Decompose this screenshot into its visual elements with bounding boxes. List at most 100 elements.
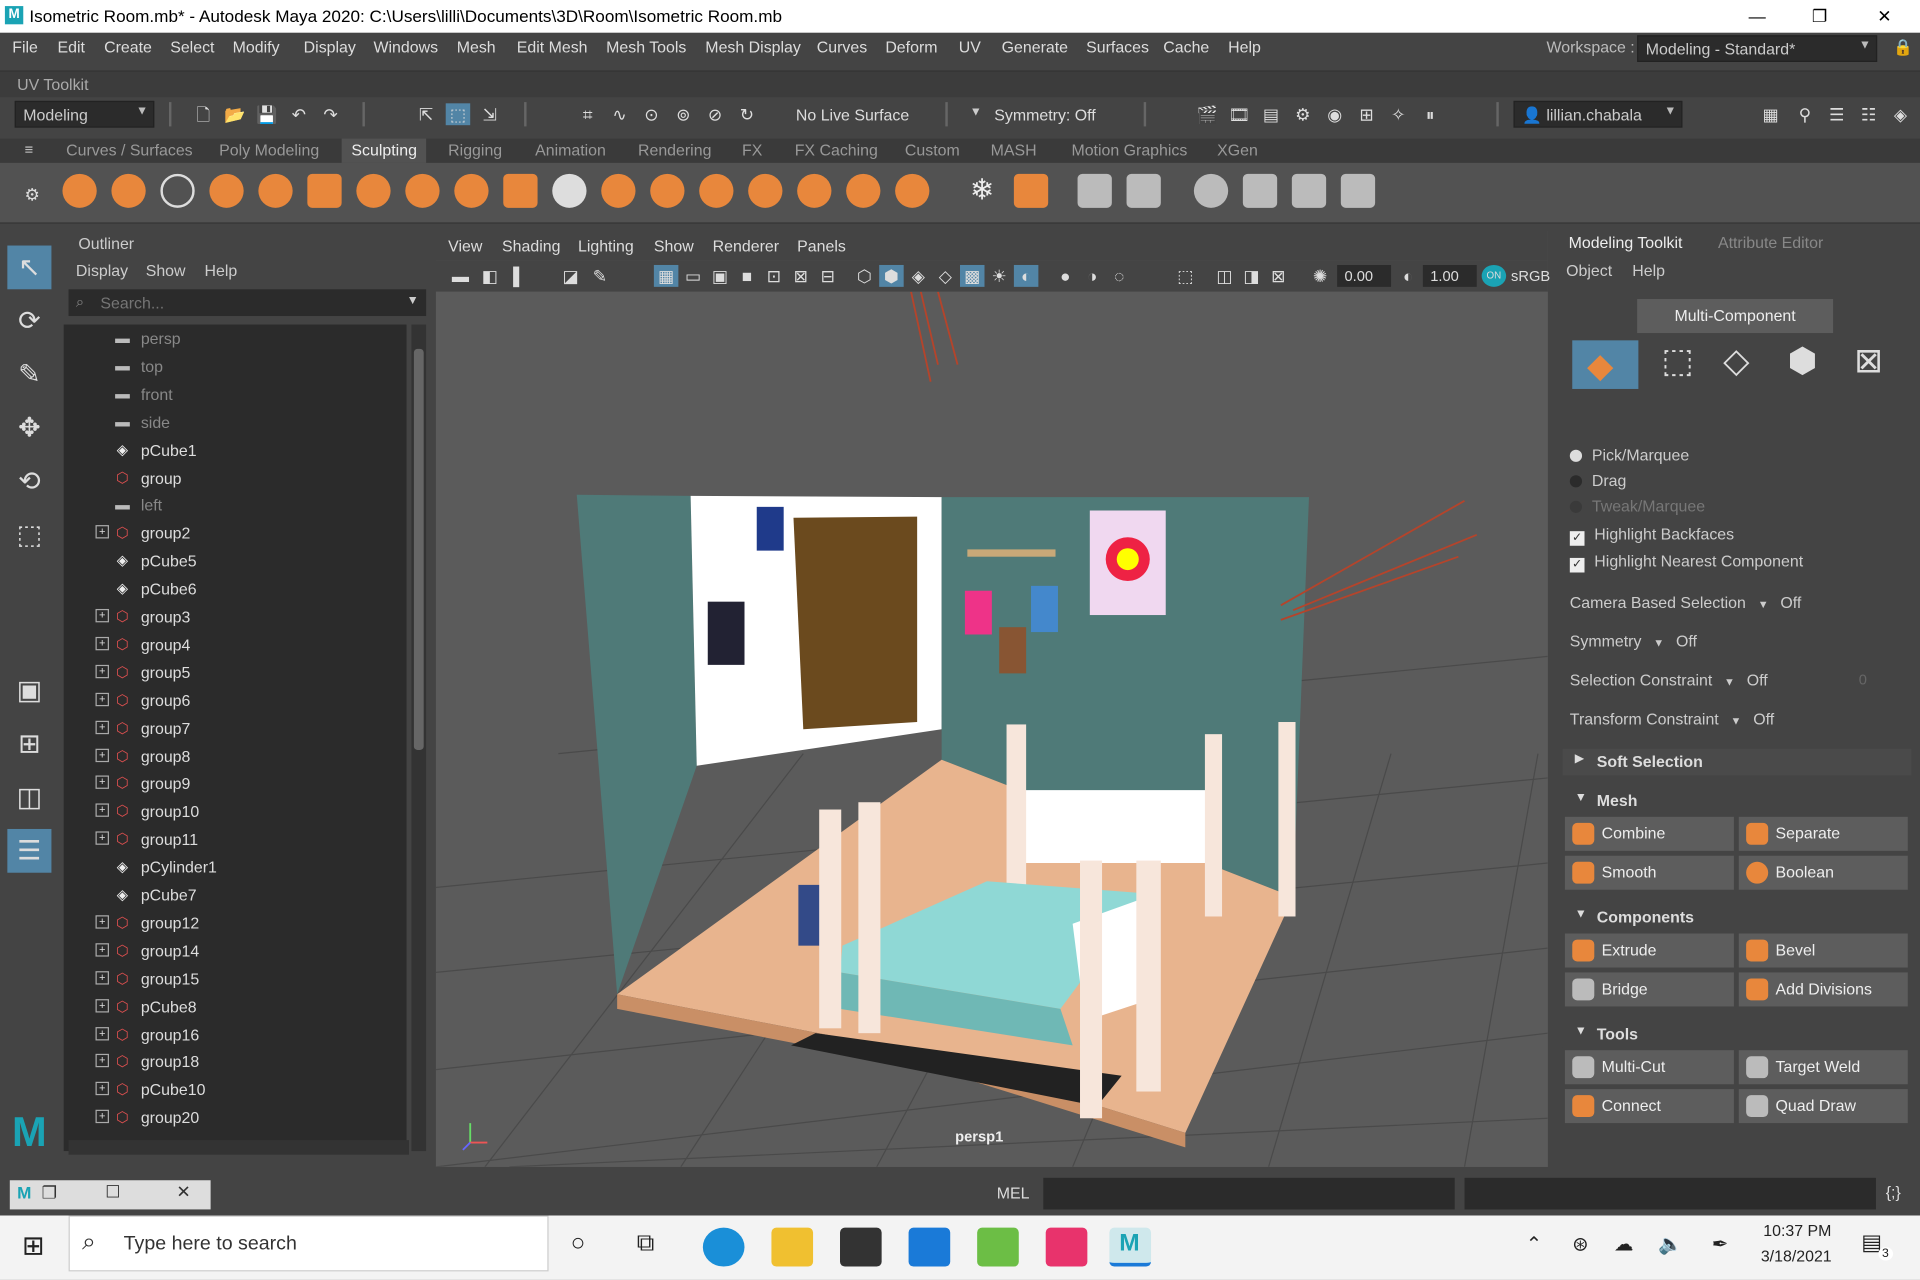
snap-live-icon[interactable]: ↻ xyxy=(735,103,759,125)
expand-icon[interactable]: + xyxy=(95,608,109,623)
toolkit-menu-object[interactable]: Object xyxy=(1566,261,1612,279)
outliner-item[interactable]: + ⬡ group3 xyxy=(64,603,407,631)
outliner-item[interactable]: + ⬡ group14 xyxy=(64,937,407,965)
xray-icon[interactable]: ◫ xyxy=(1212,265,1236,287)
outliner-item[interactable]: + ⬡ group10 xyxy=(64,798,407,826)
separate-button[interactable]: Separate xyxy=(1738,816,1908,851)
transform-constraint-row[interactable]: Transform Constraint ▼ Off xyxy=(1570,710,1774,728)
gamma-field[interactable]: 1.00 xyxy=(1422,264,1477,287)
symmetry-status[interactable]: Symmetry: Off xyxy=(994,106,1095,124)
tool-settings-icon[interactable]: ☷ xyxy=(1856,103,1880,125)
channel-box-icon[interactable]: ◈ xyxy=(1888,103,1912,125)
outliner-scrollbar[interactable] xyxy=(411,324,427,1152)
close-button[interactable]: ✕ xyxy=(1856,0,1912,33)
select-object-icon[interactable]: ⬚ xyxy=(445,103,471,126)
expand-icon[interactable]: + xyxy=(95,1054,109,1068)
close-icon[interactable]: ✕ xyxy=(176,1181,190,1202)
relax-tool-icon[interactable] xyxy=(160,173,195,208)
outliner-item[interactable]: + ⬡ group15 xyxy=(64,965,407,993)
snowflake-icon[interactable]: ❄ xyxy=(965,174,999,208)
connect-button[interactable]: Connect xyxy=(1564,1089,1734,1124)
menu-surfaces[interactable]: Surfaces xyxy=(1086,38,1149,56)
shelf-tab-poly-modeling[interactable]: Poly Modeling xyxy=(209,139,329,163)
boolean-button[interactable]: Boolean xyxy=(1738,855,1908,890)
imprint-tool-icon[interactable] xyxy=(503,173,538,208)
user-account-dropdown[interactable]: 👤 lillian.chabala ▼ xyxy=(1513,100,1683,128)
shelf-tab-fx-caching[interactable]: FX Caching xyxy=(785,139,888,163)
safe-title-icon[interactable]: ⊟ xyxy=(816,265,840,287)
ipr-render-icon[interactable]: ▤ xyxy=(1259,103,1283,125)
workspace-dropdown[interactable]: Modeling - Standard* ▼ xyxy=(1637,35,1878,62)
default-material-icon[interactable]: ◈ xyxy=(906,265,930,287)
viewport-menu-panels[interactable]: Panels xyxy=(797,237,846,255)
scrape-tool-icon[interactable] xyxy=(601,173,636,208)
lock-icon[interactable]: 🔒 xyxy=(1893,38,1913,57)
shelf-tab-animation[interactable]: Animation xyxy=(525,139,615,163)
chevron-up-icon[interactable]: ⌃ xyxy=(1526,1233,1542,1257)
outliner-item[interactable]: + ⬡ group9 xyxy=(64,770,407,798)
menu-display[interactable]: Display xyxy=(304,38,356,56)
menu-uv[interactable]: UV xyxy=(959,38,981,56)
expand-icon[interactable]: + xyxy=(95,775,109,790)
restore-icon[interactable]: ❐ xyxy=(42,1183,57,1204)
grease-pencil-icon[interactable]: ✎ xyxy=(588,265,612,287)
outliner-item[interactable]: ◈ pCube6 xyxy=(64,575,407,603)
outliner-menu-display[interactable]: Display xyxy=(76,261,128,279)
shelf-menu-icon[interactable]: ≡ xyxy=(24,141,33,158)
outliner-item[interactable]: ▬ top xyxy=(64,352,407,380)
symmetry-row[interactable]: Symmetry ▼ Off xyxy=(1570,632,1697,650)
sculpt-tool-icon[interactable] xyxy=(62,173,97,208)
target-weld-button[interactable]: Target Weld xyxy=(1738,1050,1908,1085)
layer-icon[interactable] xyxy=(1291,173,1327,208)
menu-cache[interactable]: Cache xyxy=(1163,38,1209,56)
repeat-tool-icon[interactable] xyxy=(454,173,489,208)
smooth-button[interactable]: Smooth xyxy=(1564,855,1734,890)
clock-time[interactable]: 10:37 PM xyxy=(1763,1222,1831,1240)
outliner-layout-icon[interactable]: ☰ xyxy=(7,828,52,873)
bake-icon[interactable] xyxy=(1242,173,1278,208)
mesh-section[interactable]: ▼ Mesh xyxy=(1562,787,1912,815)
menu-edit-mesh[interactable]: Edit Mesh xyxy=(517,38,588,56)
multi-component-button[interactable]: Multi-Component xyxy=(1637,299,1834,334)
outliner-item[interactable]: ◈ pCube1 xyxy=(64,436,407,464)
highlight-backfaces-checkbox[interactable]: ✓ Highlight Backfaces xyxy=(1569,525,1734,546)
eraser-icon[interactable] xyxy=(1340,173,1376,208)
amplify-tool-icon[interactable] xyxy=(846,173,881,208)
selection-constraint-field[interactable]: 0 xyxy=(1859,671,1867,688)
toolkit-menu-help[interactable]: Help xyxy=(1632,261,1665,279)
outliner-item[interactable]: ▬ side xyxy=(64,408,407,436)
outliner-item[interactable]: + ⬡ group4 xyxy=(64,631,407,659)
select-hierarchy-icon[interactable]: ⇱ xyxy=(414,103,438,125)
menu-curves[interactable]: Curves xyxy=(817,38,867,56)
camera-icon[interactable]: ▬ xyxy=(448,265,472,287)
snap-point-icon[interactable]: ⊙ xyxy=(639,103,663,125)
anti-alias-icon[interactable]: ◌ xyxy=(1107,265,1131,287)
quad-draw-button[interactable]: Quad Draw xyxy=(1738,1089,1908,1124)
creative-cloud-icon[interactable] xyxy=(1045,1227,1088,1267)
outliner-item[interactable]: + ⬡ group2 xyxy=(64,519,407,547)
select-tool-icon[interactable]: ↖ xyxy=(7,245,52,290)
shelf-tab-fx[interactable]: FX xyxy=(732,139,772,163)
expand-icon[interactable]: + xyxy=(95,636,109,651)
taskbar-search[interactable]: ⌕ Type here to search xyxy=(68,1215,549,1272)
outliner-item[interactable]: ▬ persp xyxy=(64,325,407,353)
combine-button[interactable]: Combine xyxy=(1564,816,1734,851)
extrude-button[interactable]: Extrude xyxy=(1564,933,1734,968)
bevel-button[interactable]: Bevel xyxy=(1738,933,1908,968)
expand-icon[interactable]: + xyxy=(95,831,109,846)
expand-icon[interactable]: + xyxy=(95,664,109,679)
outliner-item[interactable]: + ⬡ group7 xyxy=(64,714,407,742)
microsoft-store-icon[interactable] xyxy=(840,1227,882,1267)
tools-section[interactable]: ▼ Tools xyxy=(1562,1021,1912,1048)
menu-generate[interactable]: Generate xyxy=(1002,38,1068,56)
outliner-item[interactable]: + ⬡ group8 xyxy=(64,742,407,770)
shadows-icon[interactable]: ◐ xyxy=(1013,264,1039,287)
film-gate-icon[interactable]: ▭ xyxy=(681,265,705,287)
save-scene-icon[interactable]: 💾 xyxy=(255,103,279,125)
windows-start-icon[interactable]: ⊞ xyxy=(22,1230,45,1262)
outliner-item[interactable]: + ⬡ group12 xyxy=(64,909,407,937)
smear-tool-icon[interactable] xyxy=(748,173,783,208)
cortana-icon[interactable]: ○ xyxy=(571,1230,586,1258)
expand-icon[interactable]: + xyxy=(95,1082,109,1096)
viewport-menu-renderer[interactable]: Renderer xyxy=(713,237,779,255)
